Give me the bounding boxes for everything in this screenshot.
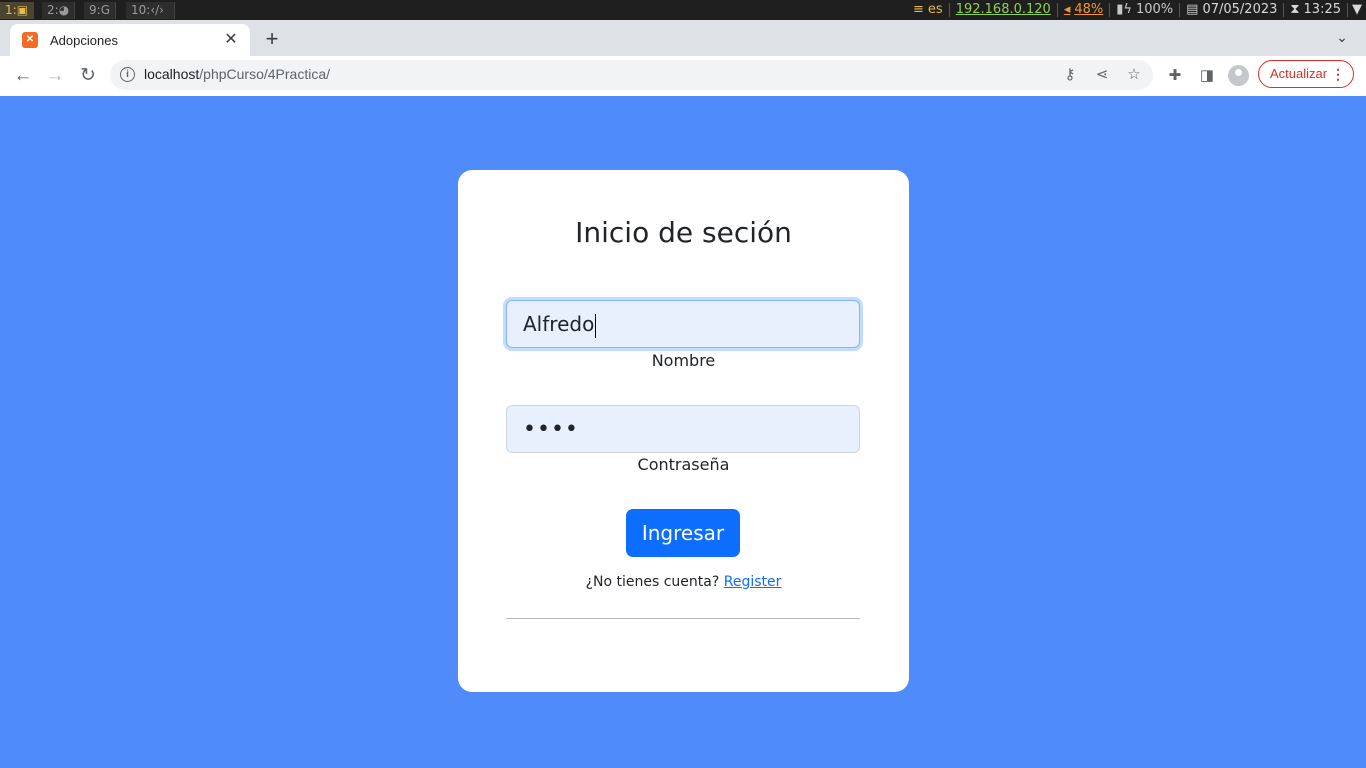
calendar-icon: ▤ xyxy=(1186,2,1199,17)
volume-level: 48% xyxy=(1074,2,1104,17)
url-text[interactable]: localhost/phpCurso/4Practica/ xyxy=(144,66,330,82)
browser-toolbar: ← → ↻ i localhost/phpCurso/4Practica/ ⚷ … xyxy=(0,56,1366,96)
bookmark-star-icon[interactable]: ☆ xyxy=(1124,65,1144,85)
date-display: ▤ 07/05/2023 xyxy=(1179,3,1283,17)
firefox-icon: ◕ xyxy=(58,3,70,17)
page-content: Inicio de seción Alfredo Nombre •••• Con… xyxy=(0,96,1366,768)
forward-arrow-icon[interactable]: → xyxy=(41,62,69,90)
profile-avatar-icon[interactable] xyxy=(1228,65,1249,86)
share-icon[interactable]: ⋖ xyxy=(1092,65,1112,85)
side-panel-icon[interactable]: ◨ xyxy=(1197,66,1217,86)
register-link[interactable]: Register xyxy=(724,574,782,590)
workspace-label: 1: xyxy=(5,3,17,17)
address-bar[interactable]: i localhost/phpCurso/4Practica/ ⚷ ⋖ ☆ xyxy=(110,60,1153,90)
triangle-down-icon: ▼ xyxy=(1352,2,1362,17)
workspace-label: 10: xyxy=(131,3,151,17)
close-tab-icon[interactable]: ✕ xyxy=(222,31,240,49)
terminal-icon: ▣ xyxy=(16,3,29,17)
username-value: Alfredo xyxy=(523,312,595,336)
text-caret xyxy=(595,313,597,338)
workspace-9[interactable]: 9:G xyxy=(84,2,116,19)
url-path: /phpCurso/4Practica/ xyxy=(199,66,330,82)
url-host: localhost xyxy=(144,66,200,82)
login-title: Inicio de seción xyxy=(575,216,792,249)
battery-level: 100% xyxy=(1135,2,1174,17)
chrome-icon: G xyxy=(100,3,110,17)
date-text: 07/05/2023 xyxy=(1202,2,1278,17)
new-tab-button[interactable]: + xyxy=(260,28,284,52)
reload-icon[interactable]: ↻ xyxy=(74,62,102,90)
system-tray: ≡ es 192.168.0.120 ◂ 48% ▮ϟ 100% ▤ 07/05/202… xyxy=(907,0,1366,20)
volume-status[interactable]: ◂ 48% xyxy=(1056,2,1109,17)
time-display: ⧗ 13:25 xyxy=(1283,3,1347,17)
update-button[interactable]: Actualizar ⋮ xyxy=(1258,60,1354,88)
register-prompt: ¿No tienes cuenta? xyxy=(585,574,720,590)
browser-tab[interactable]: ✕ Adopciones ✕ xyxy=(10,24,250,56)
hourglass-icon: ⧗ xyxy=(1290,2,1300,17)
keyboard-layout-label: es xyxy=(927,2,943,17)
login-card: Inicio de seción Alfredo Nombre •••• Con… xyxy=(458,170,909,692)
register-prompt-line: ¿No tienes cuenta? Register xyxy=(458,574,909,590)
username-label: Nombre xyxy=(651,351,716,370)
keyboard-icon: ≡ xyxy=(913,2,924,17)
back-arrow-icon[interactable]: ← xyxy=(9,62,37,90)
update-button-label: Actualizar xyxy=(1270,66,1328,81)
key-icon[interactable]: ⚷ xyxy=(1060,65,1080,85)
password-label: Contraseña xyxy=(637,455,730,474)
extensions-puzzle-icon[interactable]: ✚ xyxy=(1165,66,1185,86)
system-status-bar: 1:▣ 2:◕ 9:G 10:‹/› ≡ es 192.168.0.120 ◂ 48… xyxy=(0,0,1366,20)
keyboard-layout[interactable]: ≡ es xyxy=(907,3,949,17)
ip-address: 192.168.0.120 xyxy=(955,2,1051,17)
password-input[interactable]: •••• xyxy=(506,405,860,453)
login-submit-button[interactable]: Ingresar xyxy=(626,509,740,557)
workspace-2[interactable]: 2:◕ xyxy=(42,2,76,19)
workspace-label: 9: xyxy=(89,3,101,17)
workspace-1[interactable]: 1:▣ xyxy=(0,2,35,19)
username-input[interactable]: Alfredo xyxy=(506,300,860,348)
browser-chrome: ✕ Adopciones ✕ + ⌄ ← → ↻ i localhost/php… xyxy=(0,20,1366,96)
workspace-label: 2: xyxy=(47,3,59,17)
battery-status: ▮ϟ 100% xyxy=(1109,3,1179,17)
network-status[interactable]: 192.168.0.120 xyxy=(948,2,1057,17)
kebab-menu-icon: ⋮ xyxy=(1331,66,1345,82)
workspace-10[interactable]: 10:‹/› xyxy=(126,2,175,19)
tray-menu-button[interactable]: ▼ xyxy=(1347,3,1366,17)
code-icon: ‹/› xyxy=(150,3,164,17)
xampp-favicon-icon: ✕ xyxy=(22,32,38,48)
time-text: 13:25 xyxy=(1303,2,1341,17)
divider xyxy=(506,618,860,619)
tab-title: Adopciones xyxy=(50,32,118,48)
speaker-icon: ◂ xyxy=(1063,2,1071,17)
password-mask: •••• xyxy=(523,417,579,442)
battery-icon: ▮ϟ xyxy=(1116,2,1132,17)
site-info-icon[interactable]: i xyxy=(120,67,135,82)
tab-search-chevron-icon[interactable]: ⌄ xyxy=(1332,29,1352,49)
